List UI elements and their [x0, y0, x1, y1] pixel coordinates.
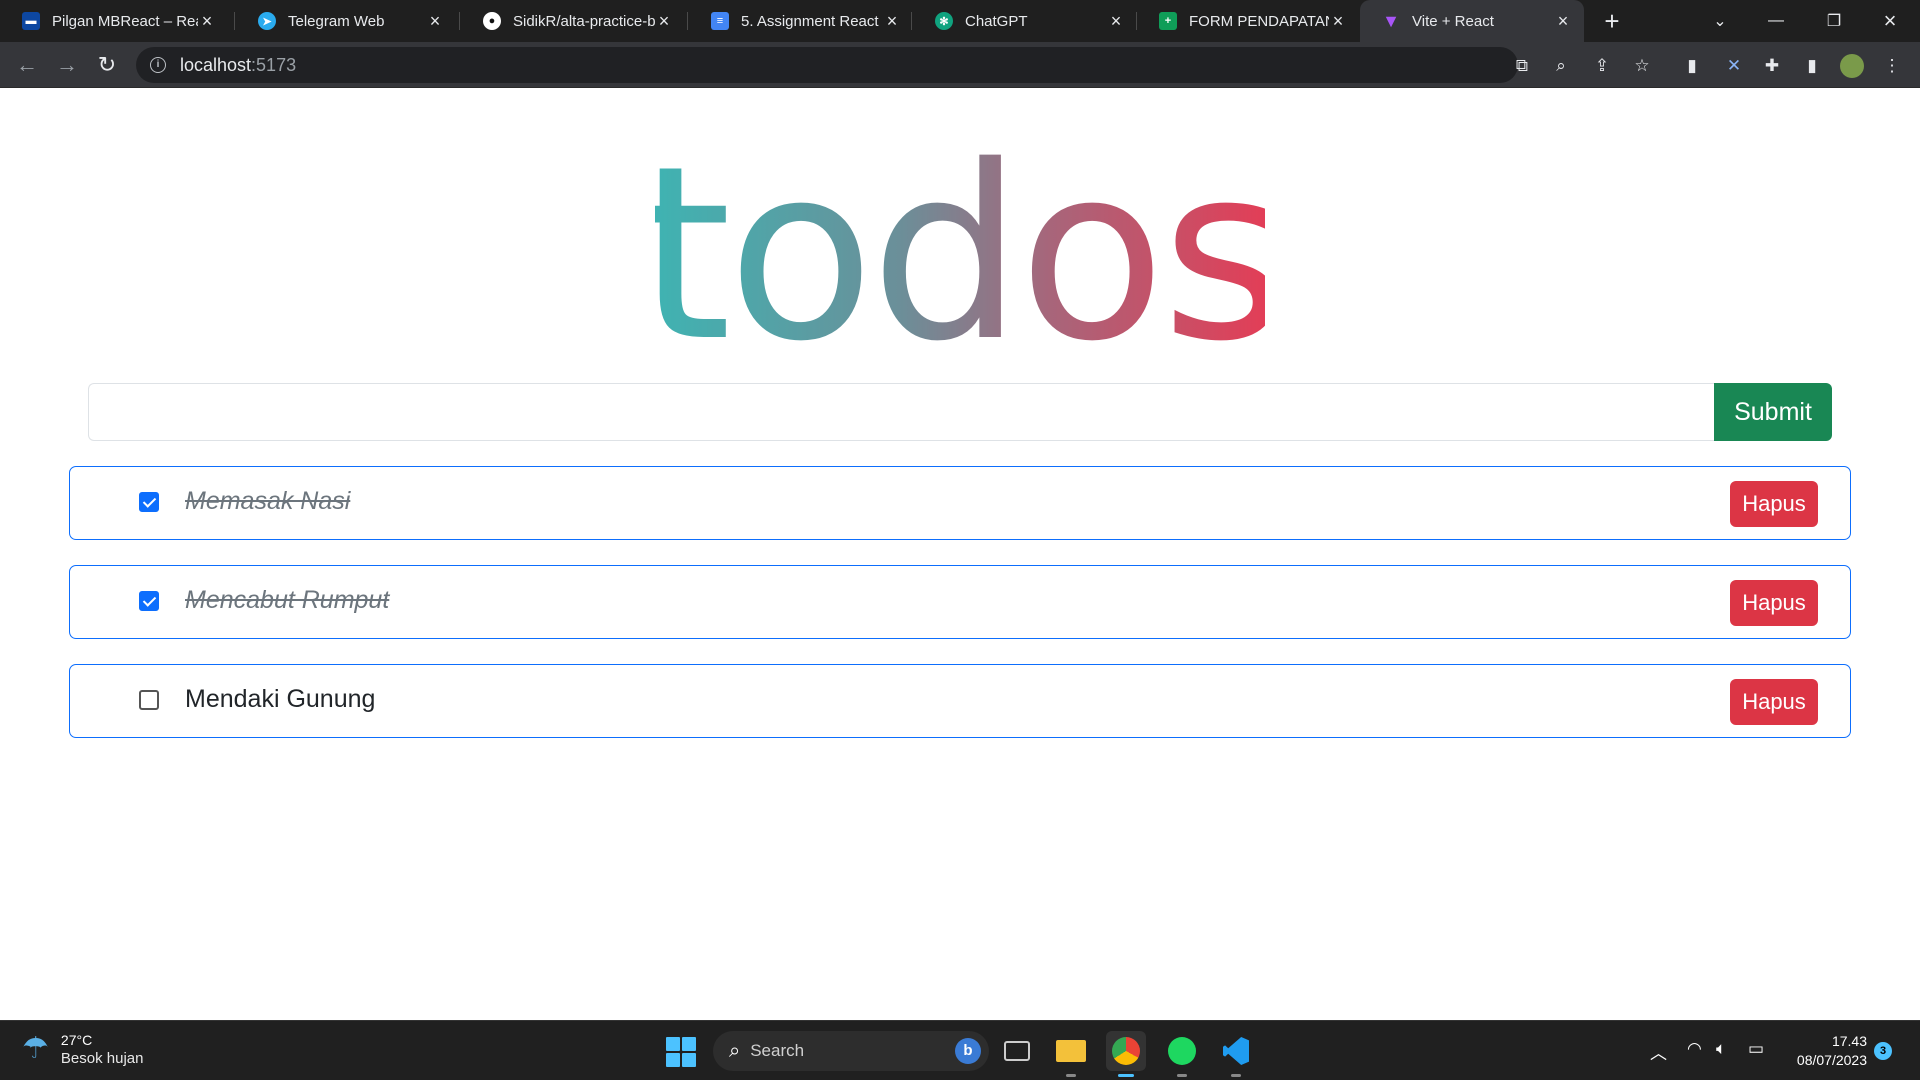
vercel-icon: ▬ — [22, 12, 40, 30]
reload-icon[interactable]: ↻ — [92, 50, 122, 80]
search-label: Search — [750, 1041, 805, 1060]
puzzle-icon[interactable]: ✚ — [1760, 54, 1784, 78]
tab-search-icon[interactable]: ⌄ — [1692, 0, 1748, 42]
chrome-icon[interactable] — [1106, 1031, 1146, 1077]
delete-button[interactable]: Hapus — [1730, 679, 1818, 725]
tab-separator — [911, 12, 912, 30]
tab-separator — [234, 12, 235, 30]
search-icon: ⌕ — [729, 1039, 741, 1062]
wifi-icon[interactable]: ◠ — [1687, 1039, 1702, 1059]
extension-2-icon[interactable]: ✕ — [1722, 54, 1746, 78]
tab-title: SidikR/alta-practice-b — [513, 12, 655, 30]
side-panel-icon[interactable]: ▮ — [1800, 54, 1824, 78]
google-sheets-icon: + — [1159, 12, 1177, 30]
telegram-icon: ➤ — [258, 12, 276, 30]
bookmark-star-icon[interactable]: ☆ — [1630, 54, 1654, 78]
weather-widget[interactable]: ☂ 27°C Besok hujan — [22, 1031, 143, 1069]
extension-icon[interactable]: ▮ — [1680, 54, 1704, 78]
close-icon[interactable]: × — [1329, 11, 1347, 32]
clock-time: 17.43 — [1831, 1033, 1867, 1049]
new-tab-button[interactable]: + — [1597, 6, 1627, 36]
tab-1[interactable]: ➤ Telegram Web × — [236, 0, 456, 42]
umbrella-rain-icon: ☂ — [22, 1032, 49, 1065]
chatgpt-icon: ✻ — [935, 12, 953, 30]
todo-label: Memasak Nasi — [185, 487, 351, 515]
profile-avatar[interactable] — [1840, 54, 1864, 78]
close-icon[interactable]: × — [1554, 11, 1572, 32]
chevron-up-icon[interactable]: ︿ — [1650, 1039, 1667, 1064]
battery-icon[interactable]: ▭ — [1748, 1039, 1764, 1059]
close-icon[interactable]: × — [883, 11, 901, 32]
todo-checkbox[interactable] — [139, 492, 159, 512]
zoom-icon[interactable]: ⌕ — [1549, 54, 1573, 78]
notification-badge[interactable]: 3 — [1874, 1042, 1892, 1060]
todo-item: Mencabut Rumput Hapus — [69, 565, 1851, 639]
browser-tab-strip: ▬ Pilgan MBReact – Rea × ➤ Telegram Web … — [0, 0, 1920, 42]
restore-button[interactable]: ❐ — [1806, 0, 1862, 42]
add-todo-form: Submit — [88, 383, 1832, 441]
submit-button[interactable]: Submit — [1714, 383, 1832, 441]
todos-logo: todos — [0, 134, 1920, 374]
site-info-icon[interactable]: i — [150, 57, 166, 73]
tab-title: Vite + React — [1412, 12, 1494, 30]
menu-kebab-icon[interactable]: ⋮ — [1880, 54, 1904, 78]
todo-label: Mendaki Gunung — [185, 685, 376, 713]
vscode-icon[interactable] — [1216, 1031, 1256, 1077]
tab-0[interactable]: ▬ Pilgan MBReact – Rea × — [0, 0, 228, 42]
window-close-button[interactable]: × — [1862, 0, 1918, 42]
tab-separator — [459, 12, 460, 30]
tab-4[interactable]: ✻ ChatGPT × — [913, 0, 1137, 42]
minimize-button[interactable]: — — [1748, 0, 1804, 42]
address-bar[interactable]: i localhost:5173 — [136, 47, 1518, 83]
back-icon[interactable]: ← — [12, 50, 42, 80]
todo-item: Mendaki Gunung Hapus — [69, 664, 1851, 738]
taskbar-search[interactable]: ⌕ Search b — [713, 1031, 989, 1071]
google-docs-icon: ≡ — [711, 12, 729, 30]
file-explorer-icon[interactable] — [1051, 1031, 1091, 1077]
github-icon: ● — [483, 12, 501, 30]
tab-title: Pilgan MBReact – Rea — [52, 12, 198, 30]
forward-icon[interactable]: → — [52, 50, 82, 80]
todo-input[interactable] — [88, 383, 1714, 441]
windows-start-icon[interactable] — [666, 1037, 696, 1067]
tab-title: Telegram Web — [288, 12, 385, 30]
task-view-icon[interactable] — [997, 1031, 1037, 1071]
taskbar: ☂ 27°C Besok hujan ⌕ Search b ︿ ◠ 🔈︎ ▭ 1… — [0, 1020, 1920, 1080]
weather-temperature: 27°C — [60, 1032, 93, 1048]
url-port: :5173 — [251, 54, 297, 75]
tab-6-active[interactable]: ▼ Vite + React × — [1360, 0, 1584, 42]
delete-button[interactable]: Hapus — [1730, 481, 1818, 527]
bing-icon[interactable]: b — [955, 1038, 981, 1064]
translate-icon[interactable]: ⧉ — [1510, 54, 1534, 78]
url-host: localhost — [180, 54, 252, 75]
clock[interactable]: 17.43 08/07/2023 — [1787, 1032, 1867, 1070]
page-content: todos Submit Memasak Nasi Hapus Mencabut… — [0, 88, 1920, 1020]
spotify-icon[interactable] — [1162, 1031, 1202, 1077]
weather-description: Besok hujan — [60, 1050, 144, 1067]
close-icon[interactable]: × — [1107, 11, 1125, 32]
volume-icon[interactable]: 🔈︎ — [1716, 1039, 1726, 1059]
tab-title: FORM PENDAPATAN — [1189, 12, 1329, 30]
delete-button[interactable]: Hapus — [1730, 580, 1818, 626]
tab-2[interactable]: ● SidikR/alta-practice-b × — [461, 0, 685, 42]
todo-label: Mencabut Rumput — [185, 586, 390, 614]
tab-3[interactable]: ≡ 5. Assignment React I × — [689, 0, 913, 42]
share-icon[interactable]: ⇪ — [1590, 54, 1614, 78]
close-icon[interactable]: × — [655, 11, 673, 32]
tab-title: ChatGPT — [965, 12, 1028, 30]
browser-toolbar: ← → ↻ i localhost:5173 ⧉ ⌕ ⇪ ☆ ▮ ✕ ✚ ▮ ⋮ — [0, 42, 1920, 88]
todo-item: Memasak Nasi Hapus — [69, 466, 1851, 540]
vite-icon: ▼ — [1382, 10, 1400, 31]
todo-checkbox[interactable] — [139, 591, 159, 611]
close-icon[interactable]: × — [426, 11, 444, 32]
close-icon[interactable]: × — [198, 11, 216, 32]
tab-separator — [687, 12, 688, 30]
tab-5[interactable]: + FORM PENDAPATAN × — [1137, 0, 1359, 42]
tab-title: 5. Assignment React I — [741, 12, 883, 30]
clock-date: 08/07/2023 — [1796, 1052, 1867, 1068]
todo-checkbox[interactable] — [139, 690, 159, 710]
